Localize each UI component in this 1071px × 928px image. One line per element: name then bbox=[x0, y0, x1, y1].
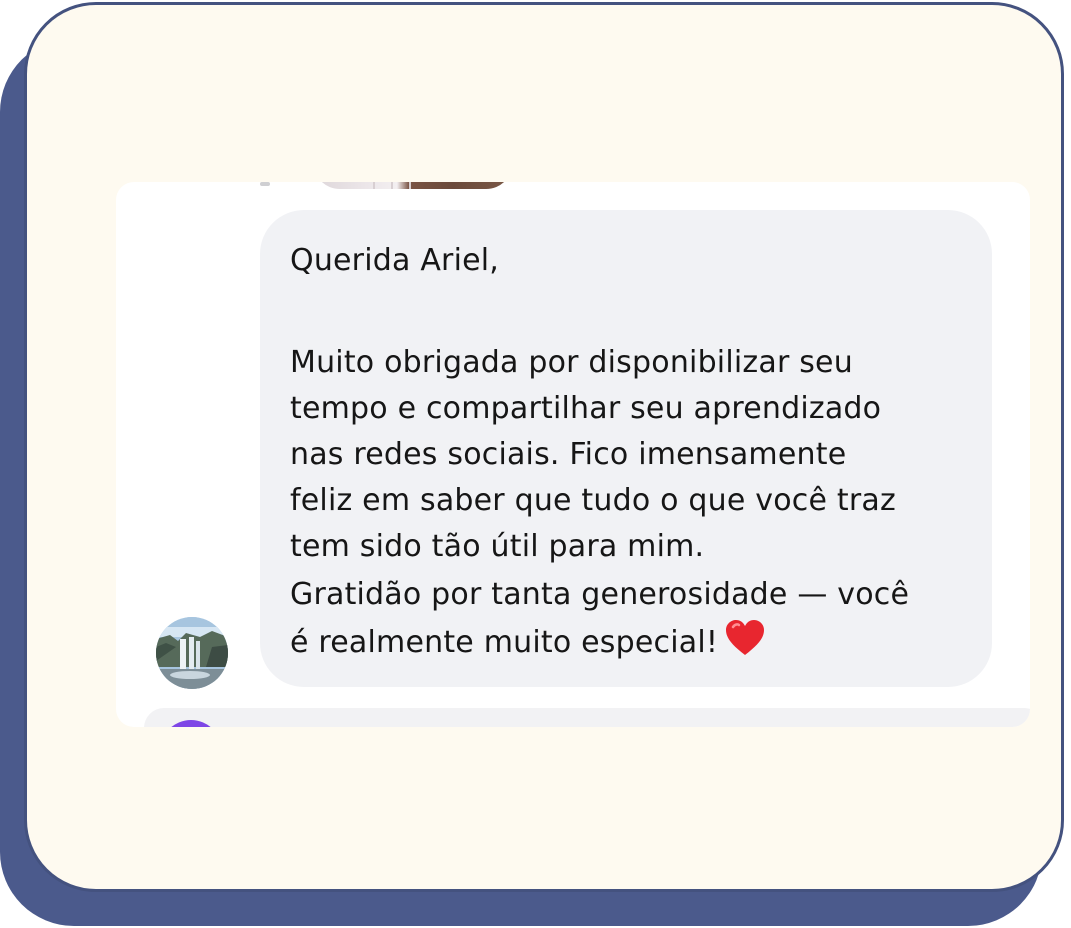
message-greeting: Querida Ariel, bbox=[290, 243, 500, 278]
previous-photo-fragment bbox=[313, 182, 513, 189]
message-line: tem sido tão útil para mim. bbox=[290, 529, 705, 564]
message-line: tempo e compartilhar seu aprendizado bbox=[290, 391, 882, 426]
next-message-fragment bbox=[144, 708, 1030, 727]
message-line: Gratidão por tanta generosidade — você bbox=[290, 577, 910, 612]
message-line: é realmente muito especial! bbox=[290, 625, 719, 660]
testimonial-card: Querida Ariel, Muito obrigada por dispon… bbox=[24, 2, 1064, 892]
testimonial-frame: Querida Ariel, Muito obrigada por dispon… bbox=[0, 0, 1071, 928]
previous-message-fragment bbox=[260, 182, 270, 186]
message-line: nas redes sociais. Fico imensamente bbox=[290, 437, 847, 472]
message-line: feliz em saber que tudo o que você traz bbox=[290, 483, 896, 518]
message-line: Muito obrigada por disponibilizar seu bbox=[290, 345, 853, 380]
heart-icon bbox=[726, 620, 765, 655]
message-last-line: é realmente muito especial! bbox=[290, 618, 990, 666]
avatar[interactable] bbox=[156, 617, 228, 689]
message-text: Querida Ariel, Muito obrigada por dispon… bbox=[290, 238, 990, 666]
message-bubble: Querida Ariel, Muito obrigada por dispon… bbox=[260, 210, 992, 687]
waterfall-avatar-image bbox=[156, 617, 228, 689]
chat-screenshot: Querida Ariel, Muito obrigada por dispon… bbox=[116, 182, 1030, 727]
